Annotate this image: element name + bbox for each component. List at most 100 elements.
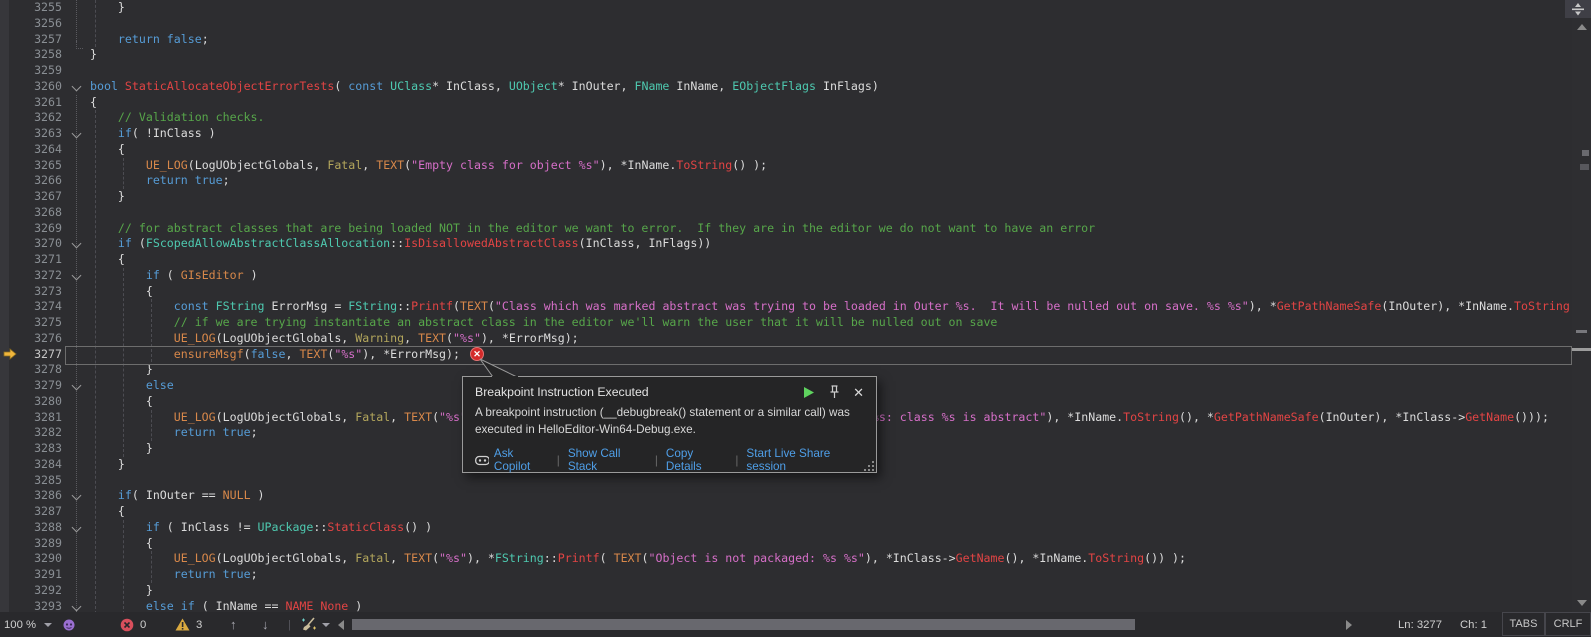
line-number[interactable]: 3258	[28, 47, 62, 63]
chevron-down-icon	[322, 623, 330, 631]
copilot-status-button[interactable]	[62, 612, 76, 637]
line-number[interactable]: 3268	[28, 205, 62, 221]
line-number[interactable]: 3262	[28, 110, 62, 126]
code-line[interactable]: 3286 if( InOuter == NULL )	[0, 488, 1572, 504]
vertical-scrollbar[interactable]	[1572, 0, 1591, 612]
line-number[interactable]: 3275	[28, 315, 62, 331]
line-number[interactable]: 3278	[28, 362, 62, 378]
line-number[interactable]: 3282	[28, 425, 62, 441]
code-line[interactable]: 3265 UE_LOG(LogUObjectGlobals, Fatal, TE…	[0, 158, 1572, 174]
line-number[interactable]: 3293	[28, 599, 62, 613]
next-issue-button[interactable]: ↓	[262, 612, 269, 637]
start-live-share-link[interactable]: Start Live Share session	[746, 447, 864, 473]
pin-button[interactable]	[828, 385, 840, 399]
line-number[interactable]: 3283	[28, 441, 62, 457]
code-line[interactable]: 3276 UE_LOG(LogUObjectGlobals, Warning, …	[0, 331, 1572, 347]
line-number[interactable]: 3265	[28, 158, 62, 174]
line-number[interactable]: 3263	[28, 126, 62, 142]
code-line[interactable]: 3268	[0, 205, 1572, 221]
code-line[interactable]: 3274 const FString ErrorMsg = FString::P…	[0, 299, 1572, 315]
error-indicator[interactable]: 0	[120, 612, 146, 637]
zoom-control[interactable]: 100 %	[4, 612, 52, 637]
code-line[interactable]: 3288 if ( InClass != UPackage::StaticCla…	[0, 520, 1572, 536]
continue-button[interactable]	[802, 386, 815, 399]
ask-copilot-link[interactable]: Ask Copilot	[494, 447, 549, 473]
code-line[interactable]: 3256	[0, 16, 1572, 32]
scroll-up-arrow[interactable]	[1577, 24, 1587, 30]
fold-toggle[interactable]	[62, 79, 90, 95]
split-editor-handle[interactable]	[1565, 0, 1591, 18]
line-number[interactable]: 3269	[28, 221, 62, 237]
code-line[interactable]: 3291 return true;	[0, 567, 1572, 583]
dialog-resize-grip[interactable]	[865, 461, 874, 470]
code-line[interactable]: 3272 if ( GIsEditor )	[0, 268, 1572, 284]
close-button[interactable]: ✕	[853, 386, 864, 399]
line-number[interactable]: 3290	[28, 551, 62, 567]
line-number[interactable]: 3277	[28, 347, 62, 363]
code-line[interactable]: 3259	[0, 63, 1572, 79]
line-number[interactable]: 3291	[28, 567, 62, 583]
code-line[interactable]: 3287 {	[0, 504, 1572, 520]
code-line[interactable]: 3263 if( !InClass )	[0, 126, 1572, 142]
line-number[interactable]: 3292	[28, 583, 62, 599]
line-number[interactable]: 3272	[28, 268, 62, 284]
line-number[interactable]: 3287	[28, 504, 62, 520]
code-text: }	[90, 189, 1572, 205]
line-number[interactable]: 3270	[28, 236, 62, 252]
code-line[interactable]: 3290 UE_LOG(LogUObjectGlobals, Fatal, TE…	[0, 551, 1572, 567]
code-line[interactable]: 3270 if (FScopedAllowAbstractClassAlloca…	[0, 236, 1572, 252]
line-number[interactable]: 3264	[28, 142, 62, 158]
error-icon	[120, 618, 134, 632]
line-number[interactable]: 3257	[28, 32, 62, 48]
line-number[interactable]: 3289	[28, 536, 62, 552]
horizontal-scrollbar-thumb[interactable]	[352, 619, 1135, 630]
code-line[interactable]: 3264 {	[0, 142, 1572, 158]
line-number[interactable]: 3274	[28, 299, 62, 315]
code-line[interactable]: 3273 {	[0, 284, 1572, 300]
code-line[interactable]: 3267 }	[0, 189, 1572, 205]
code-editor[interactable]: 3255 }32563257 return false;3258}3259326…	[0, 0, 1572, 612]
line-number[interactable]: 3284	[28, 457, 62, 473]
fold-toggle[interactable]	[62, 599, 90, 613]
line-number[interactable]: 3280	[28, 394, 62, 410]
prev-issue-button[interactable]: ↑	[230, 612, 237, 637]
line-number[interactable]: 3261	[28, 95, 62, 111]
indent-guide	[123, 520, 124, 612]
code-line[interactable]: 3292 }	[0, 583, 1572, 599]
code-line[interactable]: 3266 return true;	[0, 173, 1572, 189]
line-number[interactable]: 3260	[28, 79, 62, 95]
line-number[interactable]: 3276	[28, 331, 62, 347]
code-line[interactable]: 3261{	[0, 95, 1572, 111]
line-number[interactable]: 3288	[28, 520, 62, 536]
copy-details-link[interactable]: Copy Details	[666, 447, 728, 473]
code-line[interactable]: 3260bool StaticAllocateObjectErrorTests(…	[0, 79, 1572, 95]
warning-indicator[interactable]: 3	[175, 612, 202, 637]
scroll-down-arrow[interactable]	[1577, 600, 1587, 606]
scroll-right-arrow[interactable]	[1346, 620, 1352, 630]
line-number[interactable]: 3271	[28, 252, 62, 268]
line-number[interactable]: 3266	[28, 173, 62, 189]
line-number[interactable]: 3256	[28, 16, 62, 32]
scroll-left-arrow[interactable]	[338, 620, 344, 630]
code-cleanup-button[interactable]	[300, 612, 330, 637]
code-line[interactable]: 3269 // for abstract classes that are be…	[0, 221, 1572, 237]
code-line[interactable]: 3262 // Validation checks.	[0, 110, 1572, 126]
code-line[interactable]: 3258}	[0, 47, 1572, 63]
line-number[interactable]: 3279	[28, 378, 62, 394]
code-line[interactable]: 3271 {	[0, 252, 1572, 268]
code-line[interactable]: 3293 else if ( InName == NAME_None )	[0, 599, 1572, 613]
line-number[interactable]: 3285	[28, 473, 62, 489]
code-line[interactable]: 3255 }	[0, 0, 1572, 16]
code-line[interactable]: 3275 // if we are trying instantiate an …	[0, 315, 1572, 331]
line-number[interactable]: 3255	[28, 0, 62, 16]
show-call-stack-link[interactable]: Show Call Stack	[568, 447, 647, 473]
code-line[interactable]: 3257 return false;	[0, 32, 1572, 48]
line-number[interactable]: 3286	[28, 488, 62, 504]
code-line[interactable]: 3285	[0, 473, 1572, 489]
line-number[interactable]: 3267	[28, 189, 62, 205]
breakpoint-margin[interactable]	[0, 0, 9, 612]
code-line[interactable]: 3289 {	[0, 536, 1572, 552]
line-number[interactable]: 3259	[28, 63, 62, 79]
line-number[interactable]: 3273	[28, 284, 62, 300]
line-number[interactable]: 3281	[28, 410, 62, 426]
